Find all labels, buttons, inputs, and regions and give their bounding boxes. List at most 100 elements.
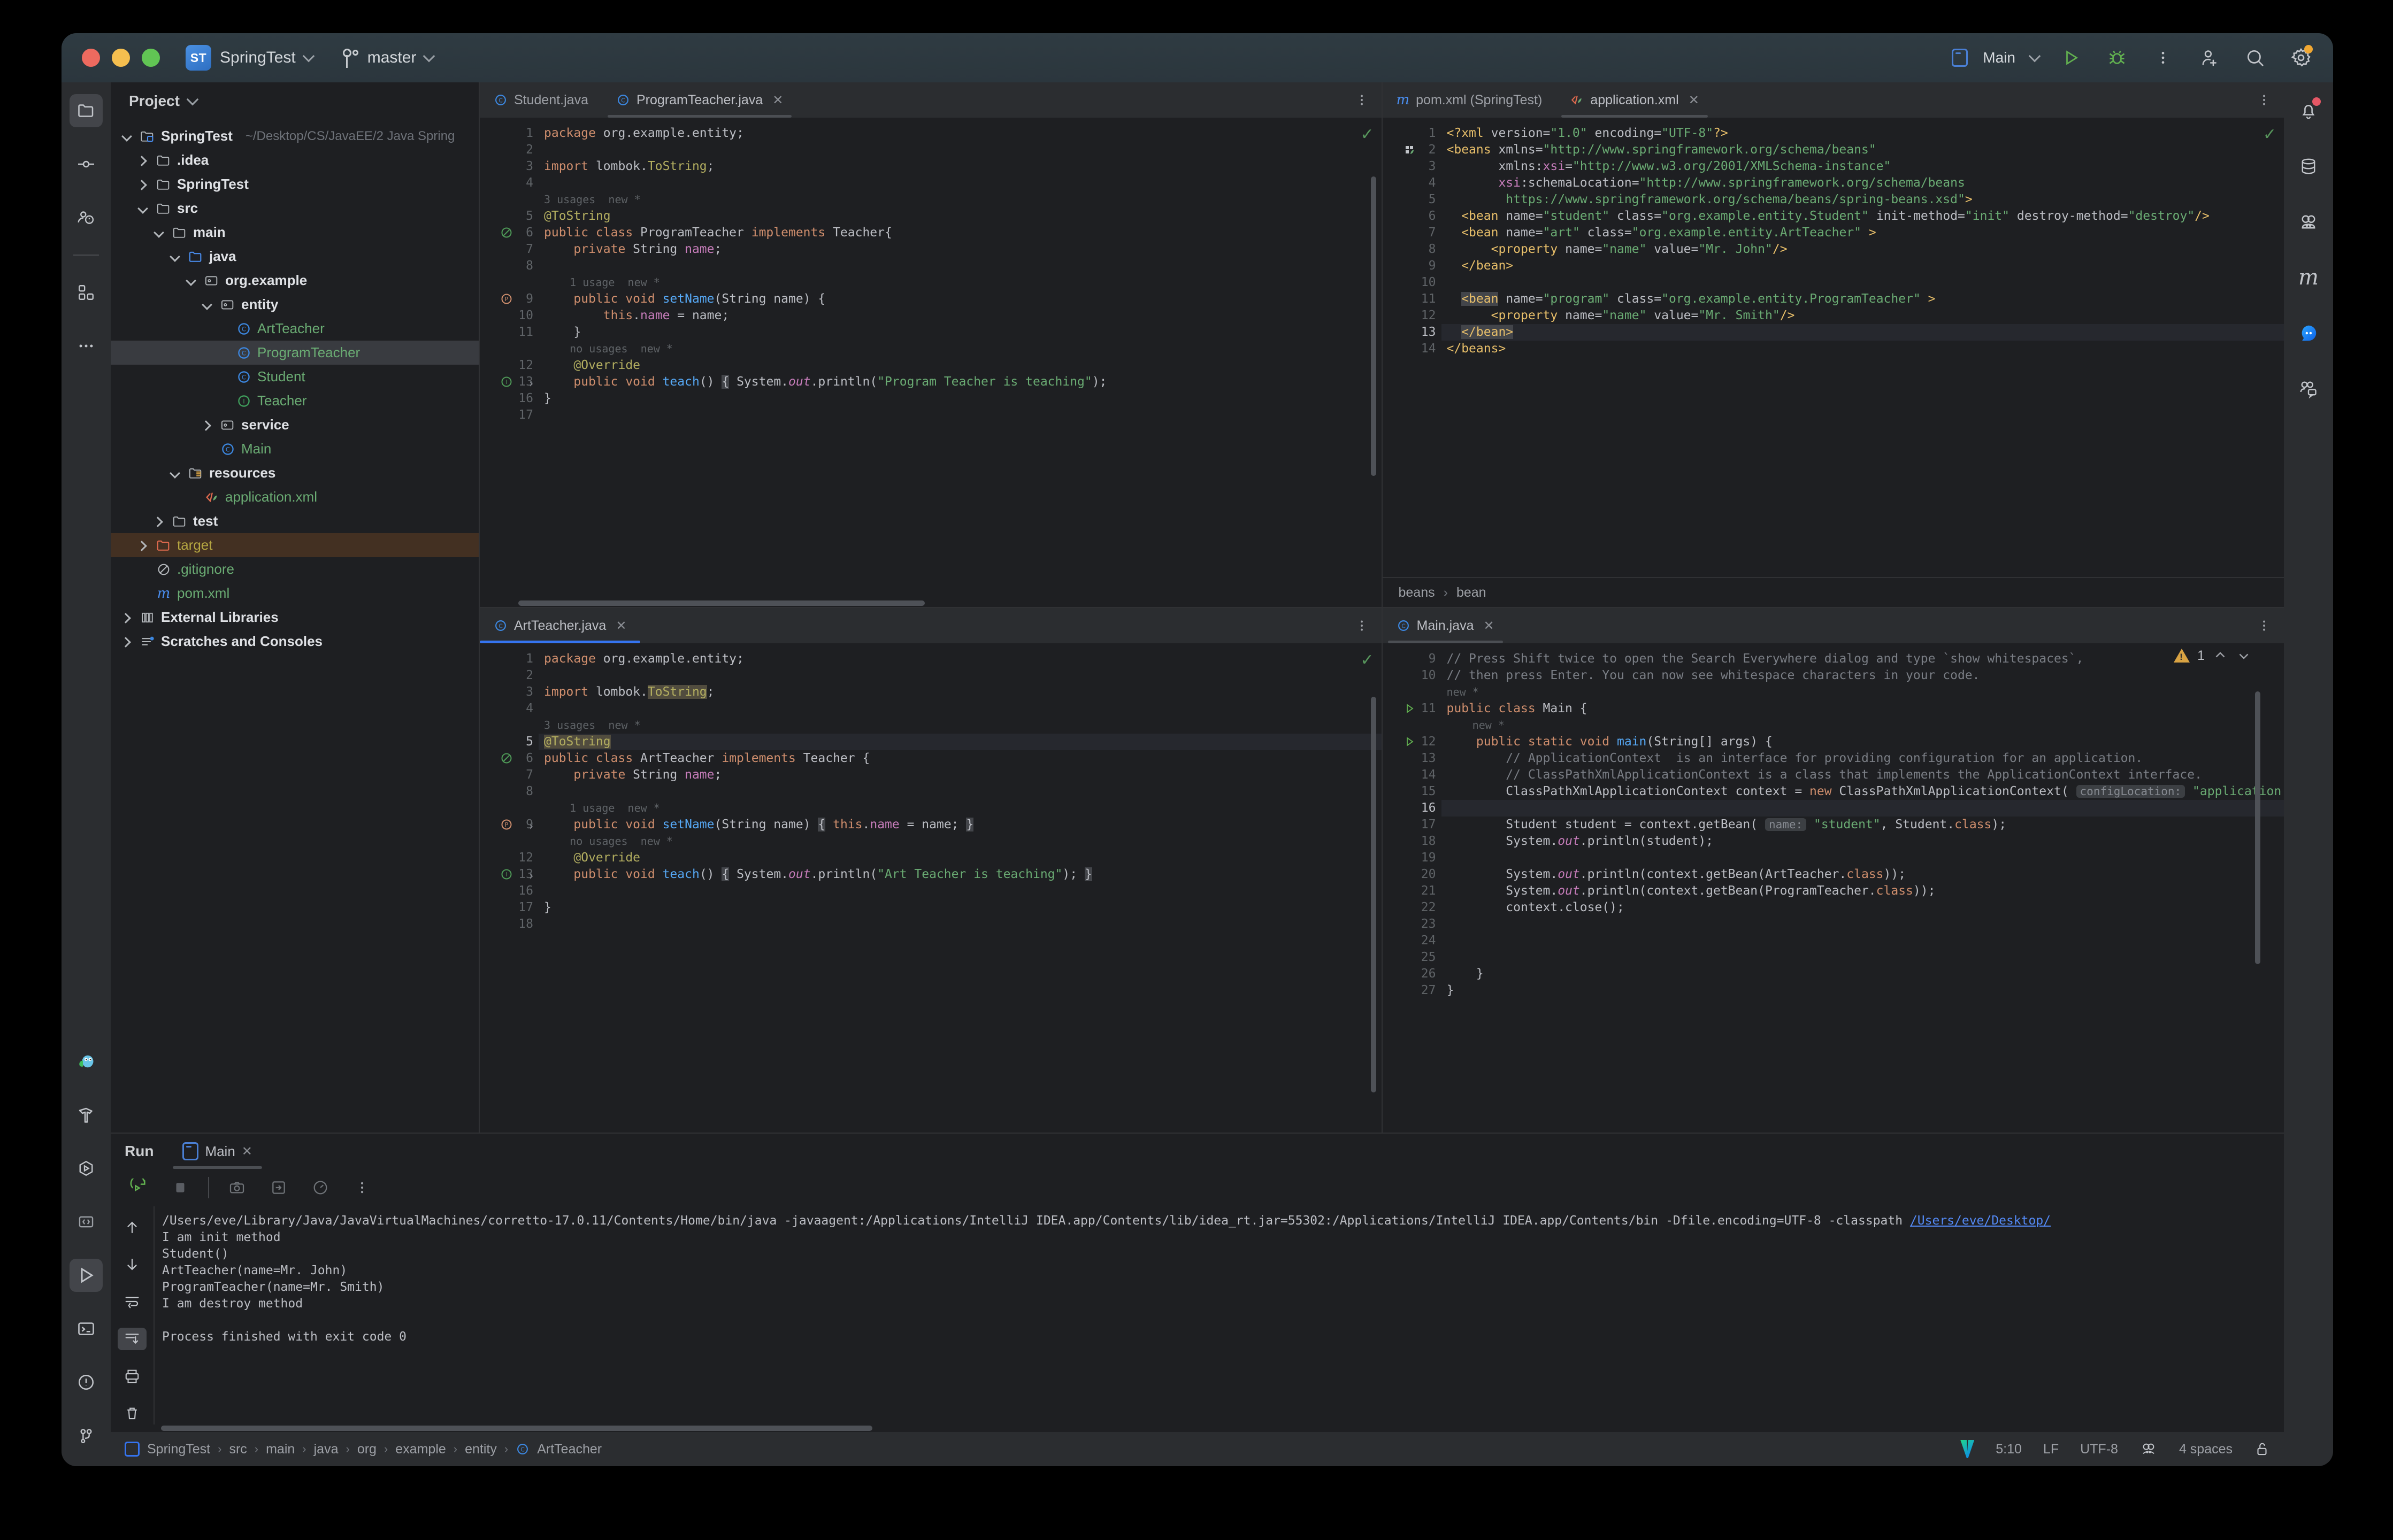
caret-position[interactable]: 5:10 [1996, 1442, 2022, 1457]
tree-node-main[interactable]: main [111, 220, 479, 244]
editor-tab-options-button[interactable] [1342, 82, 1382, 118]
editor-tab-student-java[interactable]: CStudent.java [480, 82, 602, 118]
rerun-button[interactable] [125, 1174, 152, 1202]
lock-icon[interactable] [2254, 1441, 2270, 1458]
code-with-me-button[interactable] [2292, 372, 2325, 405]
inspection-warning-widget[interactable]: 1 [2174, 648, 2252, 664]
close-icon[interactable]: ✕ [772, 93, 783, 108]
settings-button[interactable] [2287, 44, 2315, 72]
editor-vertical-scrollbar[interactable] [1371, 697, 1376, 1092]
editor-vertical-scrollbar[interactable] [2255, 691, 2260, 964]
run-button[interactable] [2057, 44, 2085, 72]
xml-breadcrumb[interactable]: beans›bean [1383, 577, 2284, 607]
tree-node-application-xml[interactable]: application.xml [111, 485, 479, 509]
maven-button[interactable]: m [2292, 261, 2325, 294]
editor-tab-application-xml[interactable]: application.xml✕ [1556, 82, 1713, 118]
chevron-right-icon[interactable] [201, 418, 214, 432]
notifications-button[interactable] [2292, 94, 2325, 127]
clear-all-button[interactable] [118, 1402, 147, 1424]
status-breadcrumb-item[interactable]: src [229, 1442, 247, 1457]
tree-node-java[interactable]: java [111, 244, 479, 268]
tree-node-student[interactable]: CStudent [111, 365, 479, 389]
status-breadcrumb-item[interactable]: ArtTeacher [537, 1442, 602, 1457]
status-breadcrumb-item[interactable]: main [266, 1442, 295, 1457]
status-breadcrumb-item[interactable]: entity [465, 1442, 497, 1457]
editor-tabs-bottom-right[interactable]: CMain.java✕ [1383, 608, 2284, 643]
chevron-down-icon[interactable] [168, 250, 182, 264]
implements-icon[interactable]: I [500, 868, 514, 882]
spring-config-icon[interactable] [1403, 143, 1417, 157]
tree-node-src[interactable]: src [111, 196, 479, 220]
spring-button[interactable] [2292, 205, 2325, 238]
chevron-down-icon[interactable] [168, 466, 182, 480]
editor-tab-options-button[interactable] [2244, 82, 2284, 118]
code-content[interactable]: <?xml version="1.0" encoding="UTF-8"?><b… [1441, 118, 2284, 577]
scroll-down-button[interactable] [118, 1253, 147, 1276]
run-anything-button[interactable] [70, 1152, 103, 1185]
tree-node-org-example[interactable]: org.example [111, 268, 479, 292]
tree-node-artteacher[interactable]: CArtTeacher [111, 317, 479, 341]
project-tool-button[interactable] [70, 94, 103, 127]
status-breadcrumb-item[interactable]: java [314, 1442, 339, 1457]
run-gutter-icon[interactable] [1403, 702, 1417, 716]
editor-tab-pom-xml-springtest-[interactable]: mpom.xml (SpringTest) [1383, 82, 1556, 118]
tree-node-scratches-and-consoles[interactable]: Scratches and Consoles [111, 629, 479, 653]
database-button[interactable] [2292, 150, 2325, 183]
chevron-right-icon[interactable] [136, 538, 150, 552]
tree-node--gitignore[interactable]: .gitignore [111, 557, 479, 581]
override-method-icon[interactable]: P [500, 818, 514, 832]
code-content[interactable]: package org.example.entity; import lombo… [539, 118, 1382, 599]
close-window-button[interactable] [82, 49, 100, 67]
terminal-tool-button[interactable] [70, 1312, 103, 1345]
override-method-icon[interactable]: P [500, 292, 514, 306]
implements-icon[interactable]: I [500, 375, 514, 389]
tree-node-resources[interactable]: resources [111, 461, 479, 485]
chevron-right-icon[interactable] [120, 611, 134, 625]
code-area-art-teacher[interactable]: 123456789P›1213I›161718 package org.exam… [480, 643, 1382, 1133]
editor-tabs-top-right[interactable]: mpom.xml (SpringTest)application.xml✕ [1383, 82, 2284, 118]
build-tool-button[interactable] [70, 1098, 103, 1131]
more-actions-button[interactable] [2149, 44, 2177, 72]
editor-horizontal-scrollbar[interactable] [480, 599, 1382, 607]
breadcrumb-item[interactable]: beans [1399, 585, 1435, 600]
tree-node-springtest[interactable]: SpringTest~/Desktop/CS/JavaEE/2 Java Spr… [111, 124, 479, 148]
editor-tab-main-java[interactable]: CMain.java✕ [1383, 608, 1508, 643]
chevron-down-icon[interactable] [152, 226, 166, 240]
tree-node-main[interactable]: CMain [111, 437, 479, 461]
fold-expand-icon[interactable]: › [528, 818, 534, 835]
print-button[interactable] [118, 1365, 147, 1388]
close-icon[interactable]: ✕ [1484, 618, 1494, 634]
commit-tool-button[interactable] [70, 148, 103, 181]
close-icon[interactable]: ✕ [1689, 93, 1699, 108]
editor-tabs-top-left[interactable]: CStudent.javaCProgramTeacher.java✕ [480, 82, 1382, 118]
pull-requests-tool-button[interactable] [70, 201, 103, 234]
chevron-down-icon[interactable] [185, 274, 198, 288]
profiler-button[interactable] [306, 1174, 334, 1202]
window-controls[interactable] [82, 49, 160, 67]
more-run-actions-button[interactable] [348, 1174, 376, 1202]
editor-tabs-bottom-left[interactable]: CArtTeacher.java✕ [480, 608, 1382, 643]
go-tool-button[interactable] [70, 1045, 103, 1078]
editor-tab-options-button[interactable] [1342, 608, 1382, 643]
tree-node-entity[interactable]: entity [111, 292, 479, 317]
no-inspect-icon[interactable] [500, 226, 514, 240]
no-inspect-icon[interactable] [500, 752, 514, 766]
project-selector[interactable]: ST SpringTest [160, 45, 313, 71]
problems-tool-button[interactable] [70, 1366, 103, 1399]
tree-node-programteacher[interactable]: CProgramTeacher [111, 341, 479, 365]
chevron-right-icon[interactable] [152, 514, 166, 528]
tree-node--idea[interactable]: .idea [111, 148, 479, 172]
add-collaborator-button[interactable] [2195, 44, 2223, 72]
tree-node-target[interactable]: target [111, 533, 479, 557]
console-classpath-link[interactable]: /Users/eve/Desktop/ [1910, 1214, 2051, 1228]
code-content[interactable]: // Press Shift twice to open the Search … [1441, 643, 2284, 1133]
close-icon[interactable]: ✕ [616, 618, 626, 634]
line-separator[interactable]: LF [2043, 1442, 2059, 1457]
status-breadcrumb-item[interactable]: SpringTest [147, 1442, 210, 1457]
tree-node-teacher[interactable]: ITeacher [111, 389, 479, 413]
file-encoding[interactable]: UTF-8 [2080, 1442, 2118, 1457]
code-area-application-xml[interactable]: 1234567891011121314 <?xml version="1.0" … [1383, 118, 2284, 577]
status-breadcrumb-item[interactable]: example [395, 1442, 446, 1457]
run-tab-main[interactable]: Main ✕ [171, 1134, 264, 1169]
run-tool-button[interactable] [70, 1259, 103, 1292]
